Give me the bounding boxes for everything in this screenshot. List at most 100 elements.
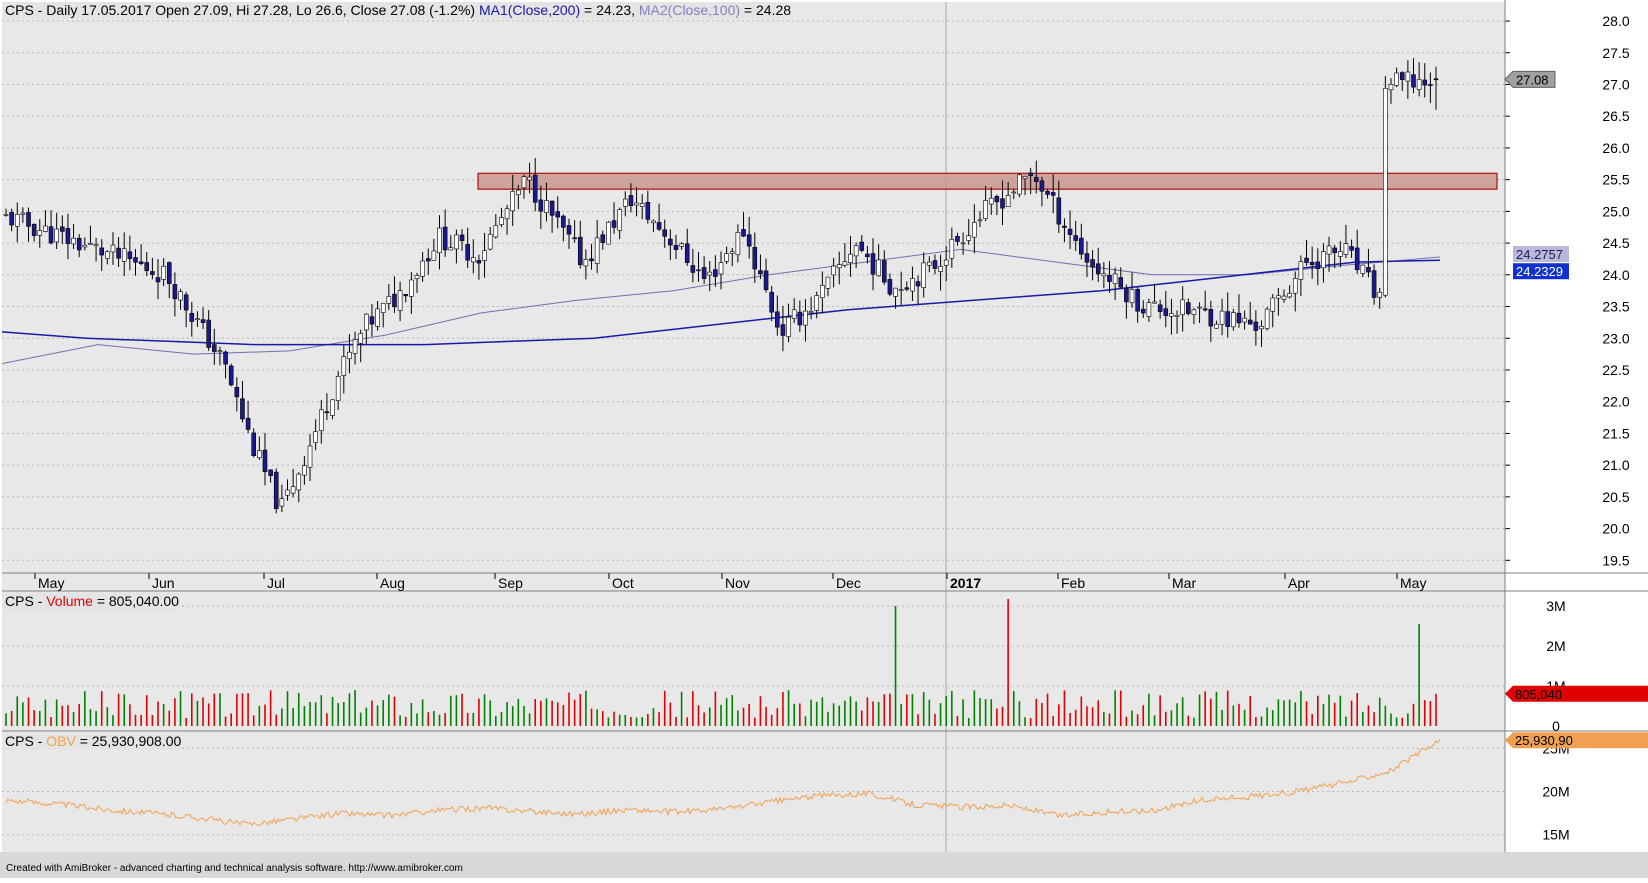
- candle-body: [1371, 270, 1377, 298]
- candle-body: [138, 261, 144, 264]
- price-tick-label: 24.5: [1602, 235, 1629, 251]
- candle-body: [1383, 88, 1388, 296]
- volume-tick-label: 0: [1552, 718, 1560, 734]
- candle-body: [656, 222, 662, 230]
- candle-body: [662, 229, 668, 237]
- candle-body: [504, 208, 510, 220]
- candle-body: [904, 287, 910, 290]
- candle-body: [1056, 197, 1062, 225]
- price-tick-label: 20.5: [1602, 489, 1629, 505]
- candle-body: [1332, 247, 1337, 253]
- candle-body: [1219, 310, 1225, 325]
- candle-body: [1062, 225, 1067, 228]
- candle-body: [228, 365, 234, 386]
- price-tick-label: 25.0: [1602, 203, 1629, 219]
- candle-body: [594, 237, 600, 264]
- candle-body: [437, 227, 442, 254]
- close-price-badge-text: 27.08: [1516, 72, 1549, 87]
- candle-body: [983, 200, 988, 219]
- candle-body: [1225, 311, 1231, 327]
- date-tick-label: Jul: [267, 575, 285, 591]
- candle-body: [459, 234, 465, 241]
- candle-body: [825, 276, 831, 289]
- candle-body: [729, 251, 735, 254]
- obv-header-part-0: CPS -: [5, 733, 46, 749]
- candle-body: [1231, 312, 1236, 328]
- price-header-part-2: = 24.23,: [580, 2, 639, 18]
- candle-body: [960, 242, 966, 245]
- candle-body: [566, 225, 572, 235]
- candle-body: [1101, 273, 1107, 277]
- candle-body: [876, 259, 881, 277]
- candle-body: [1377, 291, 1383, 298]
- candle-body: [93, 244, 99, 247]
- ma2-value-badge-text: 24.2757: [1516, 247, 1563, 262]
- candle-body: [1360, 264, 1366, 274]
- chart-canvas[interactable]: 19.5 20.0 20.5 21.0 21.5 22.0 22.5 23.0 23.5 24.0…: [0, 0, 1648, 878]
- candle-body: [1304, 257, 1309, 263]
- candle-body: [1338, 251, 1343, 257]
- candle-body: [14, 214, 20, 227]
- candle-body: [324, 411, 330, 414]
- candle-body: [611, 220, 617, 228]
- date-tick-label: Nov: [725, 575, 750, 591]
- candle-body: [1349, 246, 1354, 251]
- candle-body: [600, 234, 606, 244]
- price-tick-label: 20.0: [1602, 521, 1629, 537]
- price-tick-label: 22.5: [1602, 362, 1629, 378]
- candle-body: [803, 310, 808, 326]
- candle-body: [133, 257, 138, 263]
- candle-body: [713, 269, 718, 277]
- price-tick-label: 26.5: [1602, 108, 1629, 124]
- candle-body: [240, 398, 245, 420]
- candle-body: [1247, 319, 1253, 325]
- candle-body: [409, 279, 414, 297]
- candle-body: [746, 234, 752, 247]
- candle-body: [144, 262, 150, 271]
- candle-body: [31, 223, 37, 236]
- candle-body: [442, 226, 448, 251]
- candle-body: [178, 291, 183, 301]
- candle-body: [499, 217, 504, 225]
- date-tick-label: 2017: [950, 575, 981, 591]
- candle-body: [262, 449, 268, 473]
- candle-body: [206, 319, 211, 348]
- candle-body: [955, 236, 960, 242]
- candle-body: [577, 236, 583, 266]
- candle-body: [482, 250, 487, 261]
- obv-header-part-1: OBV: [46, 733, 76, 749]
- volume-tick-label: 2M: [1546, 638, 1565, 654]
- candle-body: [380, 303, 386, 313]
- price-tick-label: 21.0: [1602, 457, 1629, 473]
- candle-body: [836, 264, 842, 269]
- volume-value-badge: 805,040: [1505, 685, 1648, 702]
- candle-body: [1416, 79, 1422, 90]
- candle-body: [1124, 287, 1129, 303]
- candle-body: [1236, 312, 1242, 324]
- candle-body: [606, 221, 611, 245]
- candle-body: [1152, 301, 1157, 304]
- candle-body: [20, 212, 26, 215]
- candle-body: [59, 226, 65, 232]
- candle-body: [71, 237, 76, 245]
- candle-body: [808, 311, 814, 314]
- candle-body: [1242, 317, 1247, 323]
- candle-body: [150, 271, 155, 275]
- candle-body: [741, 229, 746, 237]
- candle-body: [1292, 278, 1298, 294]
- footer-credit: Created with AmiBroker - advanced charti…: [6, 863, 463, 874]
- candle-body: [752, 247, 758, 270]
- ma2-value-badge: 24.2757: [1513, 246, 1569, 263]
- candle-body: [1146, 302, 1152, 317]
- candle-body: [1276, 295, 1281, 299]
- candle-body: [1163, 308, 1169, 316]
- date-axis-bg: [2, 573, 1505, 591]
- candle-body: [1259, 326, 1264, 330]
- candle-body: [386, 295, 392, 304]
- candle-body: [487, 233, 493, 250]
- candle-body: [1005, 195, 1011, 208]
- candle-body: [290, 486, 296, 494]
- price-tick-label: 19.5: [1602, 552, 1629, 568]
- price-tick-label: 28.0: [1602, 13, 1629, 29]
- candle-body: [921, 262, 926, 288]
